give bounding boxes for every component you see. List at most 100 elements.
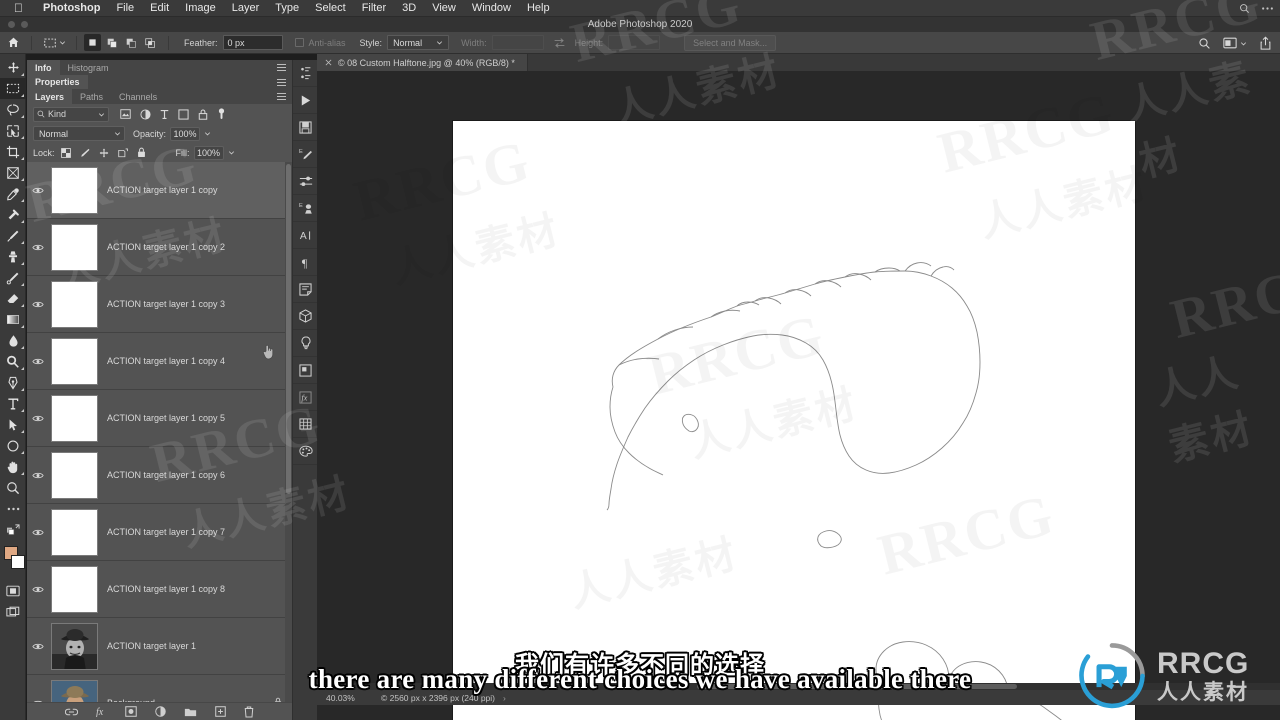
add-to-selection-button[interactable] bbox=[103, 34, 120, 51]
hand-tool[interactable] bbox=[0, 456, 26, 477]
layer-visibility-toggle[interactable] bbox=[27, 414, 49, 423]
styles-panel-icon[interactable]: E bbox=[293, 195, 318, 222]
color-panel-icon[interactable] bbox=[293, 438, 318, 465]
layer-name[interactable]: ACTION target layer 1 copy 2 bbox=[107, 242, 225, 252]
layer-name[interactable]: ACTION target layer 1 copy 8 bbox=[107, 584, 225, 594]
layer-thumbnail[interactable] bbox=[51, 508, 98, 556]
layer-style-fx-icon[interactable]: fx bbox=[96, 706, 107, 717]
gradient-tool[interactable] bbox=[0, 309, 26, 330]
swap-width-height-icon[interactable] bbox=[553, 37, 566, 49]
minimize-window-button[interactable] bbox=[21, 21, 28, 28]
layer-thumbnail[interactable] bbox=[51, 565, 98, 613]
home-icon[interactable] bbox=[0, 36, 26, 49]
object-selection-tool[interactable] bbox=[0, 120, 26, 141]
shape-filter-icon[interactable] bbox=[178, 108, 189, 120]
menu-item-photoshop[interactable]: Photoshop bbox=[35, 0, 108, 17]
current-tool-icon[interactable] bbox=[37, 36, 71, 50]
move-tool[interactable] bbox=[0, 57, 26, 78]
layer-thumbnail[interactable] bbox=[51, 223, 98, 271]
pen-tool[interactable] bbox=[0, 372, 26, 393]
adjustments-panel-icon[interactable] bbox=[293, 168, 318, 195]
chevron-down-icon[interactable] bbox=[59, 39, 66, 46]
layer-visibility-toggle[interactable] bbox=[27, 357, 49, 366]
menu-item-type[interactable]: Type bbox=[267, 0, 307, 17]
color-swatches[interactable] bbox=[0, 544, 26, 576]
menu-item-help[interactable]: Help bbox=[519, 0, 558, 17]
select-and-mask-button[interactable]: Select and Mask... bbox=[684, 34, 777, 51]
rectangular-marquee-tool[interactable] bbox=[0, 78, 26, 99]
menu-item-edit[interactable]: Edit bbox=[142, 0, 177, 17]
history-brush-tool[interactable] bbox=[0, 267, 26, 288]
menu-item-filter[interactable]: Filter bbox=[354, 0, 394, 17]
spot-healing-brush-tool[interactable] bbox=[0, 204, 26, 225]
layer-name[interactable]: ACTION target layer 1 copy bbox=[107, 185, 218, 195]
new-adjustment-layer-icon[interactable] bbox=[155, 706, 166, 717]
tab-layers[interactable]: Layers bbox=[27, 89, 73, 104]
layer-visibility-toggle[interactable] bbox=[27, 471, 49, 480]
layer-thumbnail[interactable] bbox=[51, 337, 98, 385]
smart-object-filter-icon[interactable] bbox=[198, 109, 208, 120]
new-group-icon[interactable] bbox=[184, 707, 197, 717]
layer-row[interactable]: ACTION target layer 1 copy 6 bbox=[27, 447, 292, 504]
document-tab[interactable]: © 08 Custom Halftone.jpg @ 40% (RGB/8) * bbox=[317, 54, 528, 71]
tab-histogram[interactable]: Histogram bbox=[60, 60, 117, 75]
pixel-filter-icon[interactable] bbox=[120, 109, 131, 119]
add-layer-mask-icon[interactable] bbox=[125, 706, 137, 717]
menu-item-view[interactable]: View bbox=[424, 0, 464, 17]
lock-artboard-icon[interactable] bbox=[117, 148, 128, 158]
adjustment-filter-icon[interactable] bbox=[140, 108, 151, 120]
layer-thumbnail[interactable] bbox=[51, 451, 98, 499]
swatches-grid-icon[interactable] bbox=[293, 411, 318, 438]
zoom-tool[interactable] bbox=[0, 477, 26, 498]
eraser-tool[interactable] bbox=[0, 288, 26, 309]
layer-name[interactable]: ACTION target layer 1 copy 5 bbox=[107, 413, 225, 423]
layer-row[interactable]: ACTION target layer 1 copy 8 bbox=[27, 561, 292, 618]
tab-paths[interactable]: Paths bbox=[72, 89, 111, 104]
layer-row[interactable]: ACTION target layer 1 copy bbox=[27, 162, 292, 219]
layer-list-scrollbar[interactable] bbox=[285, 162, 292, 704]
anti-alias-checkbox[interactable] bbox=[294, 38, 304, 47]
lock-all-icon[interactable] bbox=[137, 147, 146, 158]
spotlight-search-icon[interactable] bbox=[1239, 3, 1250, 14]
layer-thumbnail[interactable] bbox=[51, 166, 98, 214]
layer-row[interactable]: ACTION target layer 1 copy 4 bbox=[27, 333, 292, 390]
close-icon[interactable] bbox=[325, 59, 332, 66]
brush-settings-icon[interactable]: E bbox=[293, 141, 318, 168]
libraries-panel-icon[interactable] bbox=[293, 114, 318, 141]
feather-input[interactable]: 0 px bbox=[222, 35, 283, 50]
layer-row[interactable]: ACTION target layer 1 copy 7 bbox=[27, 504, 292, 561]
layer-row[interactable]: ACTION target layer 1 copy 5 bbox=[27, 390, 292, 447]
dodge-tool[interactable] bbox=[0, 351, 26, 372]
tab-properties[interactable]: Properties bbox=[27, 75, 88, 89]
menu-item-file[interactable]: File bbox=[108, 0, 142, 17]
panel-menu-icon[interactable] bbox=[277, 64, 286, 73]
fx-panel-icon[interactable]: fx bbox=[293, 384, 318, 411]
control-center-icon[interactable] bbox=[1261, 3, 1274, 14]
lock-transparent-pixels-icon[interactable] bbox=[60, 147, 71, 158]
scrollbar-thumb[interactable] bbox=[286, 164, 291, 494]
lasso-tool[interactable] bbox=[0, 99, 26, 120]
layer-list[interactable]: ACTION target layer 1 copy ACTION target… bbox=[27, 162, 292, 704]
tab-info[interactable]: Info bbox=[27, 60, 60, 75]
opacity-input[interactable]: 100% bbox=[170, 126, 201, 141]
artboards-panel-icon[interactable] bbox=[293, 357, 318, 384]
menu-item-3d[interactable]: 3D bbox=[394, 0, 424, 17]
layer-row[interactable]: ACTION target layer 1 copy 3 bbox=[27, 276, 292, 333]
layer-row[interactable]: ACTION target layer 1 copy 2 bbox=[27, 219, 292, 276]
close-window-button[interactable] bbox=[8, 21, 15, 28]
actions-panel-icon[interactable] bbox=[293, 60, 318, 87]
layer-name[interactable]: ACTION target layer 1 copy 3 bbox=[107, 299, 225, 309]
layer-thumbnail[interactable] bbox=[51, 394, 98, 442]
search-icon[interactable] bbox=[1198, 37, 1211, 50]
background-color-swatch[interactable] bbox=[11, 555, 25, 569]
clone-stamp-tool[interactable] bbox=[0, 246, 26, 267]
menu-item-layer[interactable]: Layer bbox=[224, 0, 268, 17]
crop-tool[interactable] bbox=[0, 141, 26, 162]
window-controls[interactable] bbox=[8, 17, 28, 32]
image-canvas[interactable] bbox=[453, 121, 1135, 720]
chevron-down-icon[interactable] bbox=[204, 130, 211, 137]
layer-visibility-toggle[interactable] bbox=[27, 243, 49, 252]
menu-item-image[interactable]: Image bbox=[177, 0, 224, 17]
lock-image-pixels-icon[interactable] bbox=[80, 148, 90, 158]
share-icon[interactable] bbox=[1259, 36, 1272, 50]
